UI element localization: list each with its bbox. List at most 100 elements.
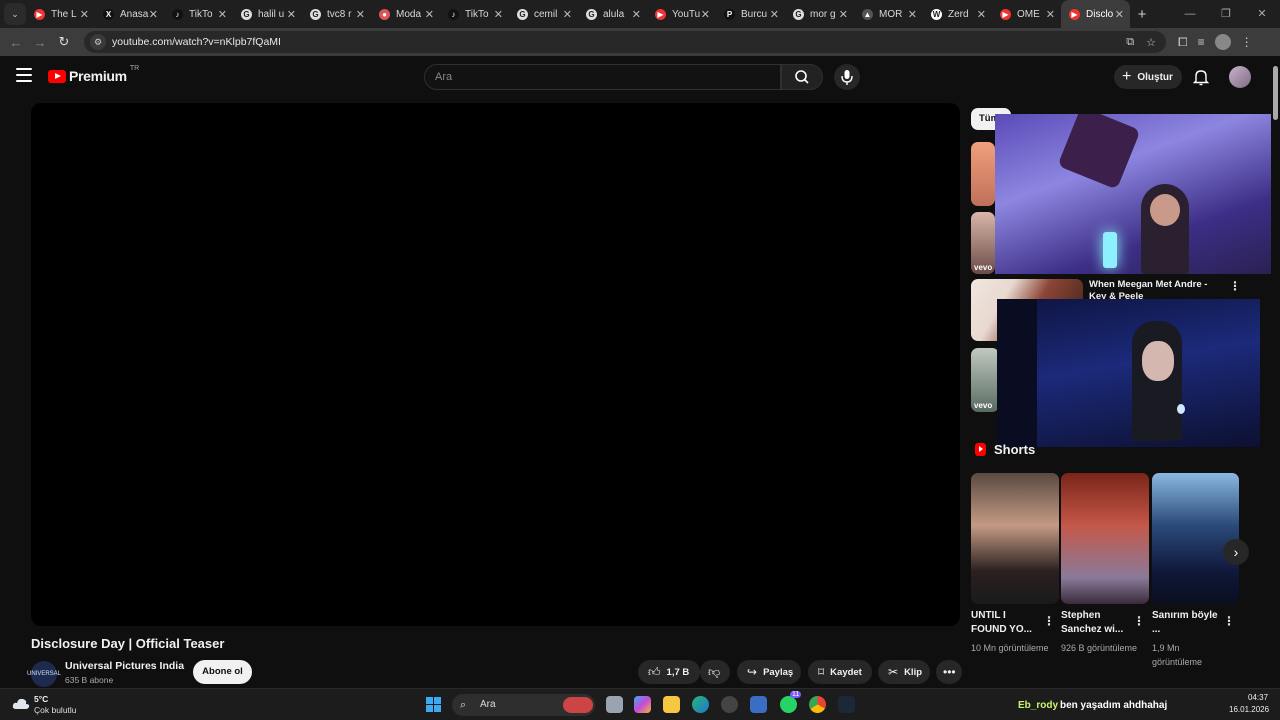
recommendation-title[interactable]: When Meegan Met Andre - Key & Peele bbox=[1089, 279, 1221, 301]
subscribe-button[interactable]: Abone ol bbox=[193, 660, 252, 684]
hamburger-menu-icon[interactable] bbox=[16, 68, 32, 82]
bookmark-star-icon[interactable]: ☆ bbox=[1146, 36, 1156, 49]
url-input[interactable]: ⚙ youtube.com/watch?v=nKlpb7fQaMI ⧉ ☆ bbox=[84, 31, 1166, 53]
clock-date[interactable]: 16.01.2026 bbox=[1229, 705, 1269, 714]
short-thumbnail[interactable] bbox=[1061, 473, 1149, 604]
dislike-button[interactable]: 👎︎ bbox=[700, 660, 730, 684]
account-avatar[interactable] bbox=[1229, 66, 1251, 88]
minimize-button[interactable]: — bbox=[1172, 0, 1208, 28]
browser-tab[interactable]: P Burcu ✕ bbox=[716, 0, 785, 28]
new-tab-button[interactable]: + bbox=[1130, 6, 1154, 23]
scrollbar-thumb[interactable] bbox=[1273, 66, 1278, 120]
store-icon[interactable] bbox=[750, 696, 767, 713]
channel-avatar[interactable]: UNIVERSAL bbox=[27, 661, 61, 687]
browser-menu-icon[interactable]: ⋮ bbox=[1241, 35, 1253, 49]
short-more-icon[interactable]: ⋮ bbox=[1043, 614, 1055, 628]
tab-close-icon[interactable]: ✕ bbox=[908, 8, 917, 21]
tab-close-icon[interactable]: ✕ bbox=[839, 8, 848, 21]
youtube-logo[interactable]: Premium TR bbox=[48, 65, 139, 84]
tab-close-icon[interactable]: ✕ bbox=[287, 8, 296, 21]
tab-close-icon[interactable]: ✕ bbox=[1046, 8, 1055, 21]
shorts-next-button[interactable]: › bbox=[1223, 539, 1249, 565]
maximize-button[interactable]: ❐ bbox=[1208, 0, 1244, 28]
copilot-icon[interactable] bbox=[634, 696, 651, 713]
tab-close-icon[interactable]: ✕ bbox=[80, 8, 89, 21]
search-highlight-icon[interactable] bbox=[563, 697, 593, 713]
shorts-section-header: Shorts bbox=[975, 442, 1035, 457]
short-title[interactable]: UNTIL I FOUND YO... bbox=[971, 609, 1039, 637]
browser-tab[interactable]: Gtvc8 r ✕ bbox=[302, 0, 371, 28]
tab-close-icon[interactable]: ✕ bbox=[770, 8, 779, 21]
cast-icon[interactable]: ⧉ bbox=[1126, 36, 1134, 49]
close-window-button[interactable]: ✕ bbox=[1244, 0, 1280, 28]
extensions-icon[interactable]: ⧠ bbox=[1178, 35, 1188, 50]
more-actions-button[interactable]: ••• bbox=[936, 660, 962, 684]
short-thumbnail[interactable] bbox=[1152, 473, 1239, 604]
search-button[interactable] bbox=[781, 64, 823, 90]
tab-close-icon[interactable]: ✕ bbox=[218, 8, 227, 21]
site-info-icon[interactable]: ⚙ bbox=[90, 34, 106, 50]
back-button[interactable]: ← bbox=[4, 35, 28, 50]
short-more-icon[interactable]: ⋮ bbox=[1223, 614, 1235, 628]
browser-tab[interactable]: ● Moda ✕ bbox=[371, 0, 440, 28]
tab-close-icon[interactable]: ✕ bbox=[701, 8, 710, 21]
browser-tab[interactable]: W Zerd ✕ bbox=[923, 0, 992, 28]
tab-close-icon[interactable]: ✕ bbox=[356, 8, 365, 21]
clip-button[interactable]: ✂ Klip bbox=[878, 660, 930, 684]
browser-tab[interactable]: ♪ TikTo ✕ bbox=[440, 0, 509, 28]
browser-tab[interactable]: Gmor g ✕ bbox=[785, 0, 854, 28]
video-player[interactable] bbox=[31, 103, 960, 626]
task-view-icon[interactable] bbox=[606, 696, 623, 713]
notifications-button[interactable] bbox=[1191, 67, 1211, 87]
channel-name[interactable]: Universal Pictures India bbox=[65, 660, 184, 672]
search-input[interactable]: Ara bbox=[424, 64, 781, 90]
tab-close-icon[interactable]: ✕ bbox=[977, 8, 986, 21]
whatsapp-icon[interactable]: 11 bbox=[780, 691, 802, 713]
chrome-icon[interactable] bbox=[809, 696, 826, 713]
obs-icon[interactable] bbox=[721, 696, 738, 713]
desk-lamp bbox=[1103, 232, 1117, 268]
short-more-icon[interactable]: ⋮ bbox=[1133, 614, 1145, 628]
forward-button[interactable]: → bbox=[28, 35, 52, 50]
reload-button[interactable]: ↻ bbox=[52, 34, 76, 50]
microphone-icon bbox=[841, 70, 853, 85]
tab-close-icon[interactable]: ✕ bbox=[149, 8, 158, 21]
start-button[interactable] bbox=[426, 697, 441, 712]
steam-icon[interactable] bbox=[838, 696, 855, 713]
short-thumbnail[interactable] bbox=[971, 473, 1059, 604]
media-controls-icon[interactable]: ≡ bbox=[1198, 35, 1205, 49]
browser-tab[interactable]: ▲ MOR ✕ bbox=[854, 0, 923, 28]
page-scrollbar[interactable] bbox=[1271, 56, 1280, 688]
browser-tab[interactable]: ▶ Disclo ✕ bbox=[1061, 0, 1130, 28]
browser-tab[interactable]: Ghalil u ✕ bbox=[233, 0, 302, 28]
file-explorer-icon[interactable] bbox=[663, 696, 680, 713]
save-button[interactable]: ⌑ Kaydet bbox=[808, 660, 872, 684]
edge-icon[interactable] bbox=[692, 696, 709, 713]
profile-avatar[interactable] bbox=[1214, 34, 1231, 50]
browser-tab[interactable]: ▶ OME ✕ bbox=[992, 0, 1061, 28]
tab-close-icon[interactable]: ✕ bbox=[494, 8, 503, 21]
recommendation-thumbnail[interactable] bbox=[971, 142, 995, 206]
browser-tab[interactable]: ♪ TikTo ✕ bbox=[164, 0, 233, 28]
tab-close-icon[interactable]: ✕ bbox=[563, 8, 572, 21]
short-title[interactable]: Sanırım böyle ... bbox=[1152, 609, 1220, 637]
recommendation-thumbnail[interactable]: vevo bbox=[971, 348, 999, 412]
tab-close-icon[interactable]: ✕ bbox=[1115, 8, 1124, 21]
browser-tab[interactable]: ▶ YouTu ✕ bbox=[647, 0, 716, 28]
browser-tab[interactable]: X Anasa ✕ bbox=[95, 0, 164, 28]
clock-time[interactable]: 04:37 bbox=[1248, 693, 1268, 702]
tab-close-icon[interactable]: ✕ bbox=[632, 8, 641, 21]
create-button[interactable]: + Oluştur bbox=[1114, 65, 1182, 89]
browser-tab[interactable]: ▶ The L ✕ bbox=[26, 0, 95, 28]
short-title[interactable]: Stephen Sanchez wi... bbox=[1061, 609, 1129, 637]
browser-tab[interactable]: Gcemil ✕ bbox=[509, 0, 578, 28]
voice-search-button[interactable] bbox=[834, 64, 860, 90]
weather-temperature[interactable]: 5°C bbox=[34, 694, 48, 704]
share-button[interactable]: ↪ Paylaş bbox=[737, 660, 801, 684]
recommendation-thumbnail[interactable]: vevo bbox=[971, 212, 995, 274]
recommendation-more-icon[interactable]: ⋮ bbox=[1229, 279, 1241, 293]
browser-tab[interactable]: Galula ✕ bbox=[578, 0, 647, 28]
like-button[interactable]: 👍︎ 1,7 B bbox=[638, 660, 700, 684]
tab-close-icon[interactable]: ✕ bbox=[425, 8, 434, 21]
tab-search-button[interactable]: ⌄ bbox=[4, 3, 26, 25]
